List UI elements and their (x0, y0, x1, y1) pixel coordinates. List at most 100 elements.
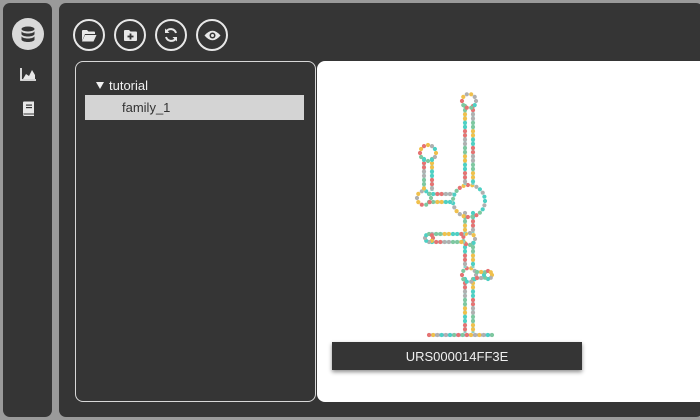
nucleotide (462, 297, 468, 303)
nucleotide (462, 310, 468, 315)
nucleotide (462, 120, 468, 125)
nucleotide (447, 332, 453, 338)
nucleotide (429, 177, 435, 183)
nucleotide (457, 185, 462, 190)
nucleotide (419, 154, 424, 160)
nucleotide (461, 214, 466, 219)
tree-item-family-1[interactable]: family_1 (85, 95, 304, 120)
nucleotide (462, 318, 468, 324)
nucleotide (469, 279, 474, 284)
nucleotide (462, 154, 468, 159)
nucleotide (460, 332, 465, 338)
nucleotide (462, 179, 468, 184)
open-folder-button[interactable] (73, 19, 105, 51)
nucleotide (481, 332, 486, 338)
nucleotide (416, 200, 421, 205)
nucleotide (462, 257, 468, 262)
structure-viewer: URS000014FF3E (317, 61, 700, 402)
nucleotide (467, 231, 473, 236)
nucleotide (482, 198, 488, 204)
sidebar-item-database[interactable] (12, 18, 44, 50)
view-button[interactable] (196, 19, 228, 51)
nucleotide (470, 171, 476, 176)
nucleotide (462, 253, 468, 258)
nucleotide (470, 137, 476, 142)
nucleotide (439, 199, 444, 205)
nucleotide (462, 323, 468, 328)
nucleotide (474, 184, 479, 189)
nucleotide (451, 196, 456, 201)
nucleotide (419, 202, 424, 207)
nucleotide (470, 261, 476, 267)
refresh-icon (165, 28, 177, 42)
sidebar-item-charts[interactable] (12, 58, 44, 90)
main-panel: tutorial family_1 URS000014FF3E (59, 3, 700, 417)
nucleotide (462, 171, 468, 176)
nucleotide (455, 239, 460, 245)
nucleotide (434, 239, 439, 245)
nucleotide (470, 166, 476, 172)
nucleotide (470, 129, 476, 134)
new-folder-icon (123, 29, 137, 41)
nucleotide (462, 227, 468, 232)
nucleotide (450, 231, 456, 237)
sidebar-item-docs[interactable] (12, 93, 44, 125)
nucleotide (470, 112, 476, 117)
nucleotide (470, 323, 476, 328)
nucleotide (462, 223, 468, 228)
nucleotide (424, 202, 429, 207)
nucleotide (489, 332, 495, 338)
nucleotide (429, 157, 435, 162)
file-tree-panel: tutorial family_1 (75, 61, 316, 402)
nucleotide (470, 158, 476, 163)
caret-down-icon[interactable] (96, 81, 104, 89)
nucleotide (462, 289, 468, 294)
nucleotide (435, 191, 440, 197)
nucleotide (470, 310, 476, 315)
nucleotide (459, 272, 465, 278)
nucleotide (429, 165, 435, 170)
nucleotide (464, 92, 469, 97)
nucleotide (462, 133, 468, 138)
nucleotide (470, 154, 476, 159)
nucleotide (457, 212, 462, 217)
nucleotide (459, 231, 464, 237)
nucleotide (459, 239, 464, 245)
refresh-button[interactable] (155, 19, 187, 51)
nucleotide (454, 188, 459, 193)
nucleotide (477, 332, 482, 338)
tree-root-tutorial[interactable]: tutorial (96, 77, 148, 93)
nucleotide (462, 261, 468, 267)
nucleotide (431, 332, 436, 338)
eye-icon (204, 30, 220, 40)
nucleotide (446, 239, 451, 245)
nucleotide (462, 302, 468, 307)
nucleotide (434, 231, 439, 237)
nucleotide (414, 195, 420, 201)
nucleotide (470, 289, 476, 294)
nucleotide (462, 141, 468, 146)
nucleotide (462, 116, 468, 121)
nucleotide (471, 233, 476, 238)
nucleotide (462, 175, 468, 180)
nucleotide (421, 165, 427, 170)
nucleotide (435, 332, 440, 338)
database-icon (21, 26, 35, 42)
nucleotide (461, 277, 466, 282)
nucleotide (447, 199, 453, 205)
structure-label: URS000014FF3E (332, 342, 582, 370)
nucleotide (477, 210, 482, 215)
nucleotide (438, 231, 443, 237)
nucleotide (443, 191, 448, 197)
nucleotide (464, 332, 469, 338)
nucleotide (426, 332, 432, 338)
nucleotide (421, 186, 427, 191)
nucleotide (470, 285, 476, 290)
nucleotide (443, 199, 448, 205)
nucleotide (464, 279, 469, 284)
nucleotide (461, 268, 466, 273)
nucleotide (462, 162, 468, 167)
new-folder-button[interactable] (114, 19, 146, 51)
nucleotide (462, 314, 468, 319)
nucleotide (462, 219, 468, 224)
